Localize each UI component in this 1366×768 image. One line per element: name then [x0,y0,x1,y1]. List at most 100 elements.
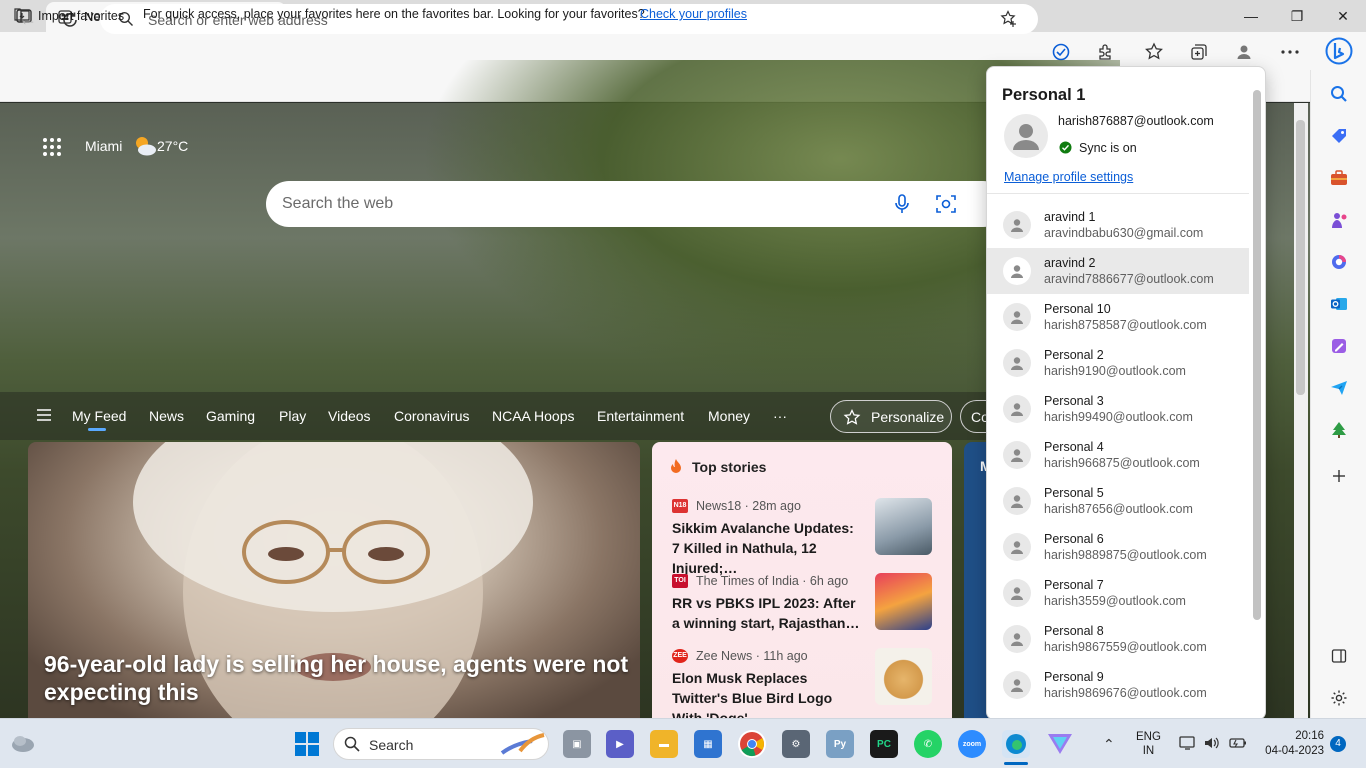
feed-tab-my-feed[interactable]: My Feed [72,408,126,424]
feed-tab-money[interactable]: Money [708,408,750,424]
import-favorites-button[interactable]: Import favorites [14,7,124,24]
games-icon[interactable] [1327,208,1351,232]
check-profiles-link[interactable]: Check your profiles [640,7,747,21]
profile-email: harish9190@outlook.com [1044,364,1186,378]
apps-launcher-icon[interactable] [42,137,62,160]
microphone-icon[interactable] [892,193,912,218]
volume-icon[interactable] [1203,735,1221,754]
outlook-icon[interactable] [1327,292,1351,316]
visual-search-icon[interactable] [935,193,957,218]
story-thumbnail[interactable] [875,648,932,705]
task-view-icon[interactable]: ▣ [563,730,591,758]
edge-browser-icon[interactable] [1002,730,1030,758]
teams-chat-icon[interactable]: ▶ [606,730,634,758]
profile-item-aravind-1[interactable]: aravind 1 aravindbabu630@gmail.com [987,202,1249,248]
active-app-indicator [1004,762,1028,765]
top-stories-title: Top stories [692,459,767,475]
more-options-icon[interactable] [1278,40,1302,64]
search-icon[interactable] [1327,82,1351,106]
profile-item-personal-8[interactable]: Personal 8 harish9867559@outlook.com [987,616,1249,662]
feed-tab-gaming[interactable]: Gaming [206,408,255,424]
profile-email: harish87656@outlook.com [1044,502,1193,516]
feed-tab-play[interactable]: Play [279,408,306,424]
network-icon[interactable] [1179,735,1197,754]
profile-item-personal-6[interactable]: Personal 6 harish9889875@outlook.com [987,524,1249,570]
manage-profile-settings-link[interactable]: Manage profile settings [1004,170,1133,184]
clock[interactable]: 20:16 04-04-2023 [1262,729,1324,759]
weather-city[interactable]: Miami [85,138,122,154]
settings-app-icon[interactable]: ⚙ [782,730,810,758]
designer-icon[interactable] [1327,334,1351,358]
news18-logo: N18 [672,499,688,513]
partly-cloudy-icon [132,134,158,161]
chrome-icon[interactable] [738,730,766,758]
shopping-tag-icon[interactable] [1327,124,1351,148]
profile-avatar-icon [1003,257,1031,285]
python-file-icon[interactable]: Py [826,730,854,758]
feed-more-tabs[interactable]: ··· [773,408,787,424]
collections-icon[interactable] [1187,40,1211,64]
microsoft-store-icon[interactable]: ▦ [694,730,722,758]
profile-item-personal-10[interactable]: Personal 10 harish8758587@outlook.com [987,294,1249,340]
feed-tab-ncaa-hoops[interactable]: NCAA Hoops [492,408,574,424]
hamburger-menu-icon[interactable] [36,408,52,425]
profile-name: Personal 2 [1044,348,1104,362]
feed-tab-videos[interactable]: Videos [328,408,371,424]
profile-item-aravind-2[interactable]: aravind 2 aravind7886677@outlook.com [987,248,1249,294]
profile-item-personal-4[interactable]: Personal 4 harish966875@outlook.com [987,432,1249,478]
settings-gear-icon[interactable] [1327,686,1351,710]
story-thumbnail[interactable] [875,498,932,555]
profile-email: aravindbabu630@gmail.com [1044,226,1204,240]
profile-avatar-icon [1003,579,1031,607]
profile-item-personal-7[interactable]: Personal 7 harish3559@outlook.com [987,570,1249,616]
feed-tab-coronavirus[interactable]: Coronavirus [394,408,469,424]
personalize-button[interactable]: Personalize [830,400,952,433]
sync-status: Sync is on [1079,141,1137,155]
close-window-button[interactable]: ✕ [1320,4,1366,28]
favorites-icon[interactable] [1142,40,1166,64]
maximize-button[interactable]: ❐ [1274,4,1320,28]
story-thumbnail[interactable] [875,573,932,630]
profile-item-personal-3[interactable]: Personal 3 harish99490@outlook.com [987,386,1249,432]
profile-item-personal-9[interactable]: Personal 9 harish9869676@outlook.com [987,662,1249,708]
weather-temperature: 27°C [157,138,189,154]
file-explorer-icon[interactable]: ▬ [650,730,678,758]
tree-icon[interactable] [1327,418,1351,442]
story-headline[interactable]: RR vs PBKS IPL 2023: After a winning sta… [672,593,864,633]
profile-icon[interactable] [1232,40,1256,64]
search-icon [344,736,360,755]
taskbar-search[interactable]: Search [333,728,549,760]
notification-badge[interactable]: 4 [1330,736,1346,752]
hide-sidebar-icon[interactable] [1327,644,1351,668]
show-hidden-icons-chevron-icon[interactable]: ⌃ [1103,736,1115,753]
profile-item-personal-2[interactable]: Personal 2 harish9190@outlook.com [987,340,1249,386]
send-icon[interactable] [1327,376,1351,400]
pycharm-icon[interactable]: PC [870,730,898,758]
story-headline[interactable]: Sikkim Avalanche Updates: 7 Killed in Na… [672,518,864,578]
tools-briefcase-icon[interactable] [1327,166,1351,190]
feed-tab-news[interactable]: News [149,408,184,424]
whatsapp-icon[interactable]: ✆ [914,730,942,758]
bing-copilot-icon[interactable] [1324,36,1354,66]
minimize-button[interactable]: — [1228,4,1274,28]
profile-avatar-icon [1003,671,1031,699]
story-source: News18 · 28m ago [696,499,801,513]
profile-avatar-icon [1003,533,1031,561]
profile-name: Personal 7 [1044,578,1104,592]
battery-icon[interactable] [1227,735,1247,754]
feed-tab-entertainment[interactable]: Entertainment [597,408,684,424]
profile-list-scrollbar-thumb[interactable] [1253,90,1261,620]
zoom-icon[interactable]: zoom [958,730,986,758]
vpn-triangle-icon[interactable] [1046,730,1074,758]
windows-start-icon[interactable] [294,731,320,760]
weather-widget-icon[interactable] [10,731,36,758]
page-scrollbar-thumb[interactable] [1296,120,1305,395]
add-app-icon[interactable] [1327,464,1351,488]
add-favorite-icon[interactable] [1000,10,1018,31]
microsoft-365-icon[interactable] [1327,250,1351,274]
input-language[interactable]: ENG IN [1136,730,1161,758]
personalize-label: Personalize [871,409,945,425]
hero-article-title[interactable]: 96-year-old lady is selling her house, a… [44,650,644,706]
profile-item-personal-5[interactable]: Personal 5 harish87656@outlook.com [987,478,1249,524]
taskbar-search-label: Search [369,737,414,753]
